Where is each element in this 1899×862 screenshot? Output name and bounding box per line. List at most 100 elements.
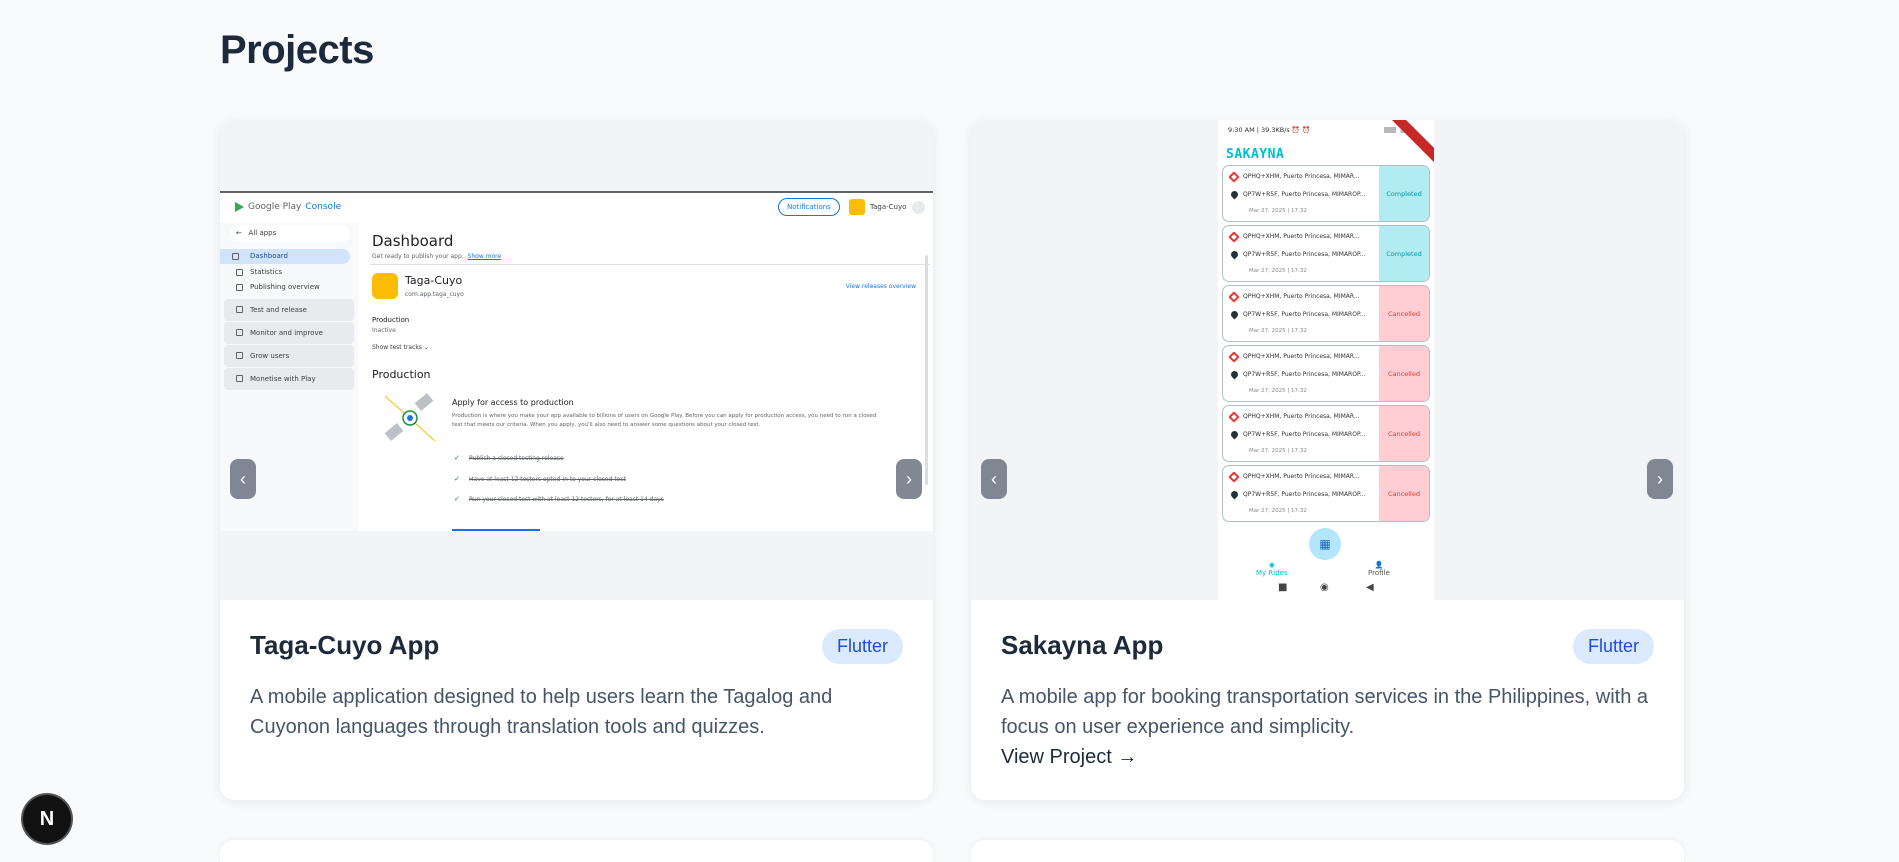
show-tracks-label: Show test tracks xyxy=(372,344,422,351)
section-heading: Production xyxy=(372,368,431,381)
rocket-icon xyxy=(236,306,243,313)
publishing-icon xyxy=(236,284,243,291)
subtitle-text: Get ready to publish your app. xyxy=(372,253,464,260)
settings-icon xyxy=(912,201,925,214)
nav-group: Monitor and improve xyxy=(224,322,354,344)
ride-origin: QPHQ+XHM, Puerto Princesa, MIMAR... xyxy=(1243,293,1360,300)
brand-name: Google Play xyxy=(248,202,302,212)
origin-pin-icon xyxy=(1228,231,1240,243)
console-topbar: Google Play Console Notifications Taga-C… xyxy=(220,193,933,223)
checklist-item: Publish a closed testing release xyxy=(452,454,564,462)
nav-label: Dashboard xyxy=(250,252,288,260)
ride-history-item: QPHQ+XHM, Puerto Princesa, MIMAR... QP7W+… xyxy=(1222,165,1430,222)
app-name: Taga-Cuyo xyxy=(405,274,463,287)
apply-button-edge xyxy=(452,529,540,531)
show-tracks: Show test tracks ⌄ xyxy=(372,344,429,351)
destination-pin-icon xyxy=(1229,369,1240,380)
origin-pin-icon xyxy=(1228,291,1240,303)
scrollbar xyxy=(925,255,928,485)
ride-history-item: QPHQ+XHM, Puerto Princesa, MIMAR... QP7W+… xyxy=(1222,345,1430,402)
statistics-icon xyxy=(236,269,243,276)
play-console-logo: Google Play Console xyxy=(235,202,341,212)
back-icon: ◀ xyxy=(1366,582,1374,593)
dashboard-icon xyxy=(232,253,239,260)
nav-label: Monetise with Play xyxy=(250,375,316,383)
view-project-link[interactable]: View Project → xyxy=(1001,742,1654,772)
all-apps-link: ← All apps xyxy=(230,225,350,242)
account-name: Taga-Cuyo xyxy=(870,203,907,211)
destination-pin-icon xyxy=(1229,309,1240,320)
nav-group: Test and release xyxy=(224,299,354,321)
nav-label: Test and release xyxy=(250,306,307,314)
recents-icon: ■ xyxy=(1278,582,1288,593)
apply-text: Production is where you make your app av… xyxy=(452,413,877,428)
checklist-item: Run your closed test with at least 12 te… xyxy=(452,495,664,503)
project-card-sakayna: 9:30 AM | 39.3KB/s ⏰ ⏰ SAKAYNA QPHQ+XHM,… xyxy=(971,120,1684,800)
ride-destination: QP7W+R5F, Puerto Princesa, MIMAROP... xyxy=(1243,491,1366,498)
card-body: Sakayna App Flutter A mobile app for boo… xyxy=(1001,629,1654,772)
project-screenshot-carousel: 9:30 AM | 39.3KB/s ⏰ ⏰ SAKAYNA QPHQ+XHM,… xyxy=(971,120,1684,600)
ride-origin: QPHQ+XHM, Puerto Princesa, MIMAR... xyxy=(1243,353,1360,360)
production-status: Inactive xyxy=(372,327,396,334)
ride-date: Mar 27, 2025 | 17:32 xyxy=(1249,448,1307,454)
phone-screenshot: 9:30 AM | 39.3KB/s ⏰ ⏰ SAKAYNA QPHQ+XHM,… xyxy=(1218,120,1434,600)
ride-date: Mar 27, 2025 | 17:32 xyxy=(1249,268,1307,274)
app-icon xyxy=(372,273,398,299)
nav-item: Dashboard xyxy=(220,249,350,264)
nextjs-dev-badge[interactable]: N xyxy=(23,795,71,843)
nav-label: Publishing overview xyxy=(250,283,320,291)
ride-destination: QP7W+R5F, Puerto Princesa, MIMAROP... xyxy=(1243,371,1366,378)
ride-date: Mar 27, 2025 | 17:32 xyxy=(1249,208,1307,214)
carousel-prev-button[interactable]: ‹ xyxy=(230,459,256,499)
grow-icon xyxy=(236,352,243,359)
ride-destination: QP7W+R5F, Puerto Princesa, MIMAROP... xyxy=(1243,431,1366,438)
nav-item: Publishing overview xyxy=(224,280,354,295)
tech-badge: Flutter xyxy=(1572,629,1654,664)
console-main: Dashboard Get ready to publish your app.… xyxy=(370,223,930,531)
show-more-link: Show more xyxy=(467,253,502,260)
ride-status: Cancelled xyxy=(1379,346,1429,401)
ride-date: Mar 27, 2025 | 17:32 xyxy=(1249,508,1307,514)
origin-pin-icon xyxy=(1228,471,1240,483)
ride-status: Completed xyxy=(1379,226,1429,281)
play-console-screenshot: Google Play Console Notifications Taga-C… xyxy=(220,191,933,531)
status-bar: 9:30 AM | 39.3KB/s ⏰ ⏰ xyxy=(1228,126,1311,134)
satellite-illustration xyxy=(384,393,436,442)
nav-item: Statistics xyxy=(224,265,354,280)
tech-badge: Flutter xyxy=(821,629,903,664)
nav-group: Monetise with Play xyxy=(224,368,354,390)
monitor-icon xyxy=(236,329,243,336)
card-body: Taga-Cuyo App Flutter A mobile applicati… xyxy=(250,629,903,742)
tab-my-rides: ◉ My Rides xyxy=(1256,561,1288,577)
carousel-next-button[interactable]: › xyxy=(1647,459,1673,499)
divider xyxy=(370,264,930,265)
tab-label: Profile xyxy=(1368,569,1390,577)
ride-status: Cancelled xyxy=(1379,406,1429,461)
origin-pin-icon xyxy=(1228,351,1240,363)
production-label: Production xyxy=(372,316,410,324)
home-icon: ◉ xyxy=(1320,582,1329,593)
tab-label: My Rides xyxy=(1256,569,1288,577)
ride-origin: QPHQ+XHM, Puerto Princesa, MIMAR... xyxy=(1243,233,1360,240)
project-description: A mobile application designed to help us… xyxy=(250,686,833,738)
nav-group: Grow users xyxy=(224,345,354,367)
carousel-next-button[interactable]: › xyxy=(896,459,922,499)
app-avatar xyxy=(849,199,865,215)
ride-destination: QP7W+R5F, Puerto Princesa, MIMAROP... xyxy=(1243,191,1366,198)
ride-status: Completed xyxy=(1379,166,1429,221)
sakayna-logo: SAKAYNA xyxy=(1226,147,1285,162)
all-apps-label: All apps xyxy=(248,229,277,237)
ride-destination: QP7W+R5F, Puerto Princesa, MIMAROP... xyxy=(1243,311,1366,318)
system-nav-bar: ■ ◉ ◀ xyxy=(1218,580,1434,600)
ride-destination: QP7W+R5F, Puerto Princesa, MIMAROP... xyxy=(1243,251,1366,258)
carousel-prev-button[interactable]: ‹ xyxy=(981,459,1007,499)
ride-status: Cancelled xyxy=(1379,466,1429,521)
destination-pin-icon xyxy=(1229,429,1240,440)
destination-pin-icon xyxy=(1229,249,1240,260)
project-card-partial xyxy=(220,840,933,862)
origin-pin-icon xyxy=(1228,411,1240,423)
origin-pin-icon xyxy=(1228,171,1240,183)
ride-date: Mar 27, 2025 | 17:32 xyxy=(1249,328,1307,334)
brand-suffix: Console xyxy=(305,202,342,212)
project-title: Sakayna App xyxy=(1001,630,1164,660)
